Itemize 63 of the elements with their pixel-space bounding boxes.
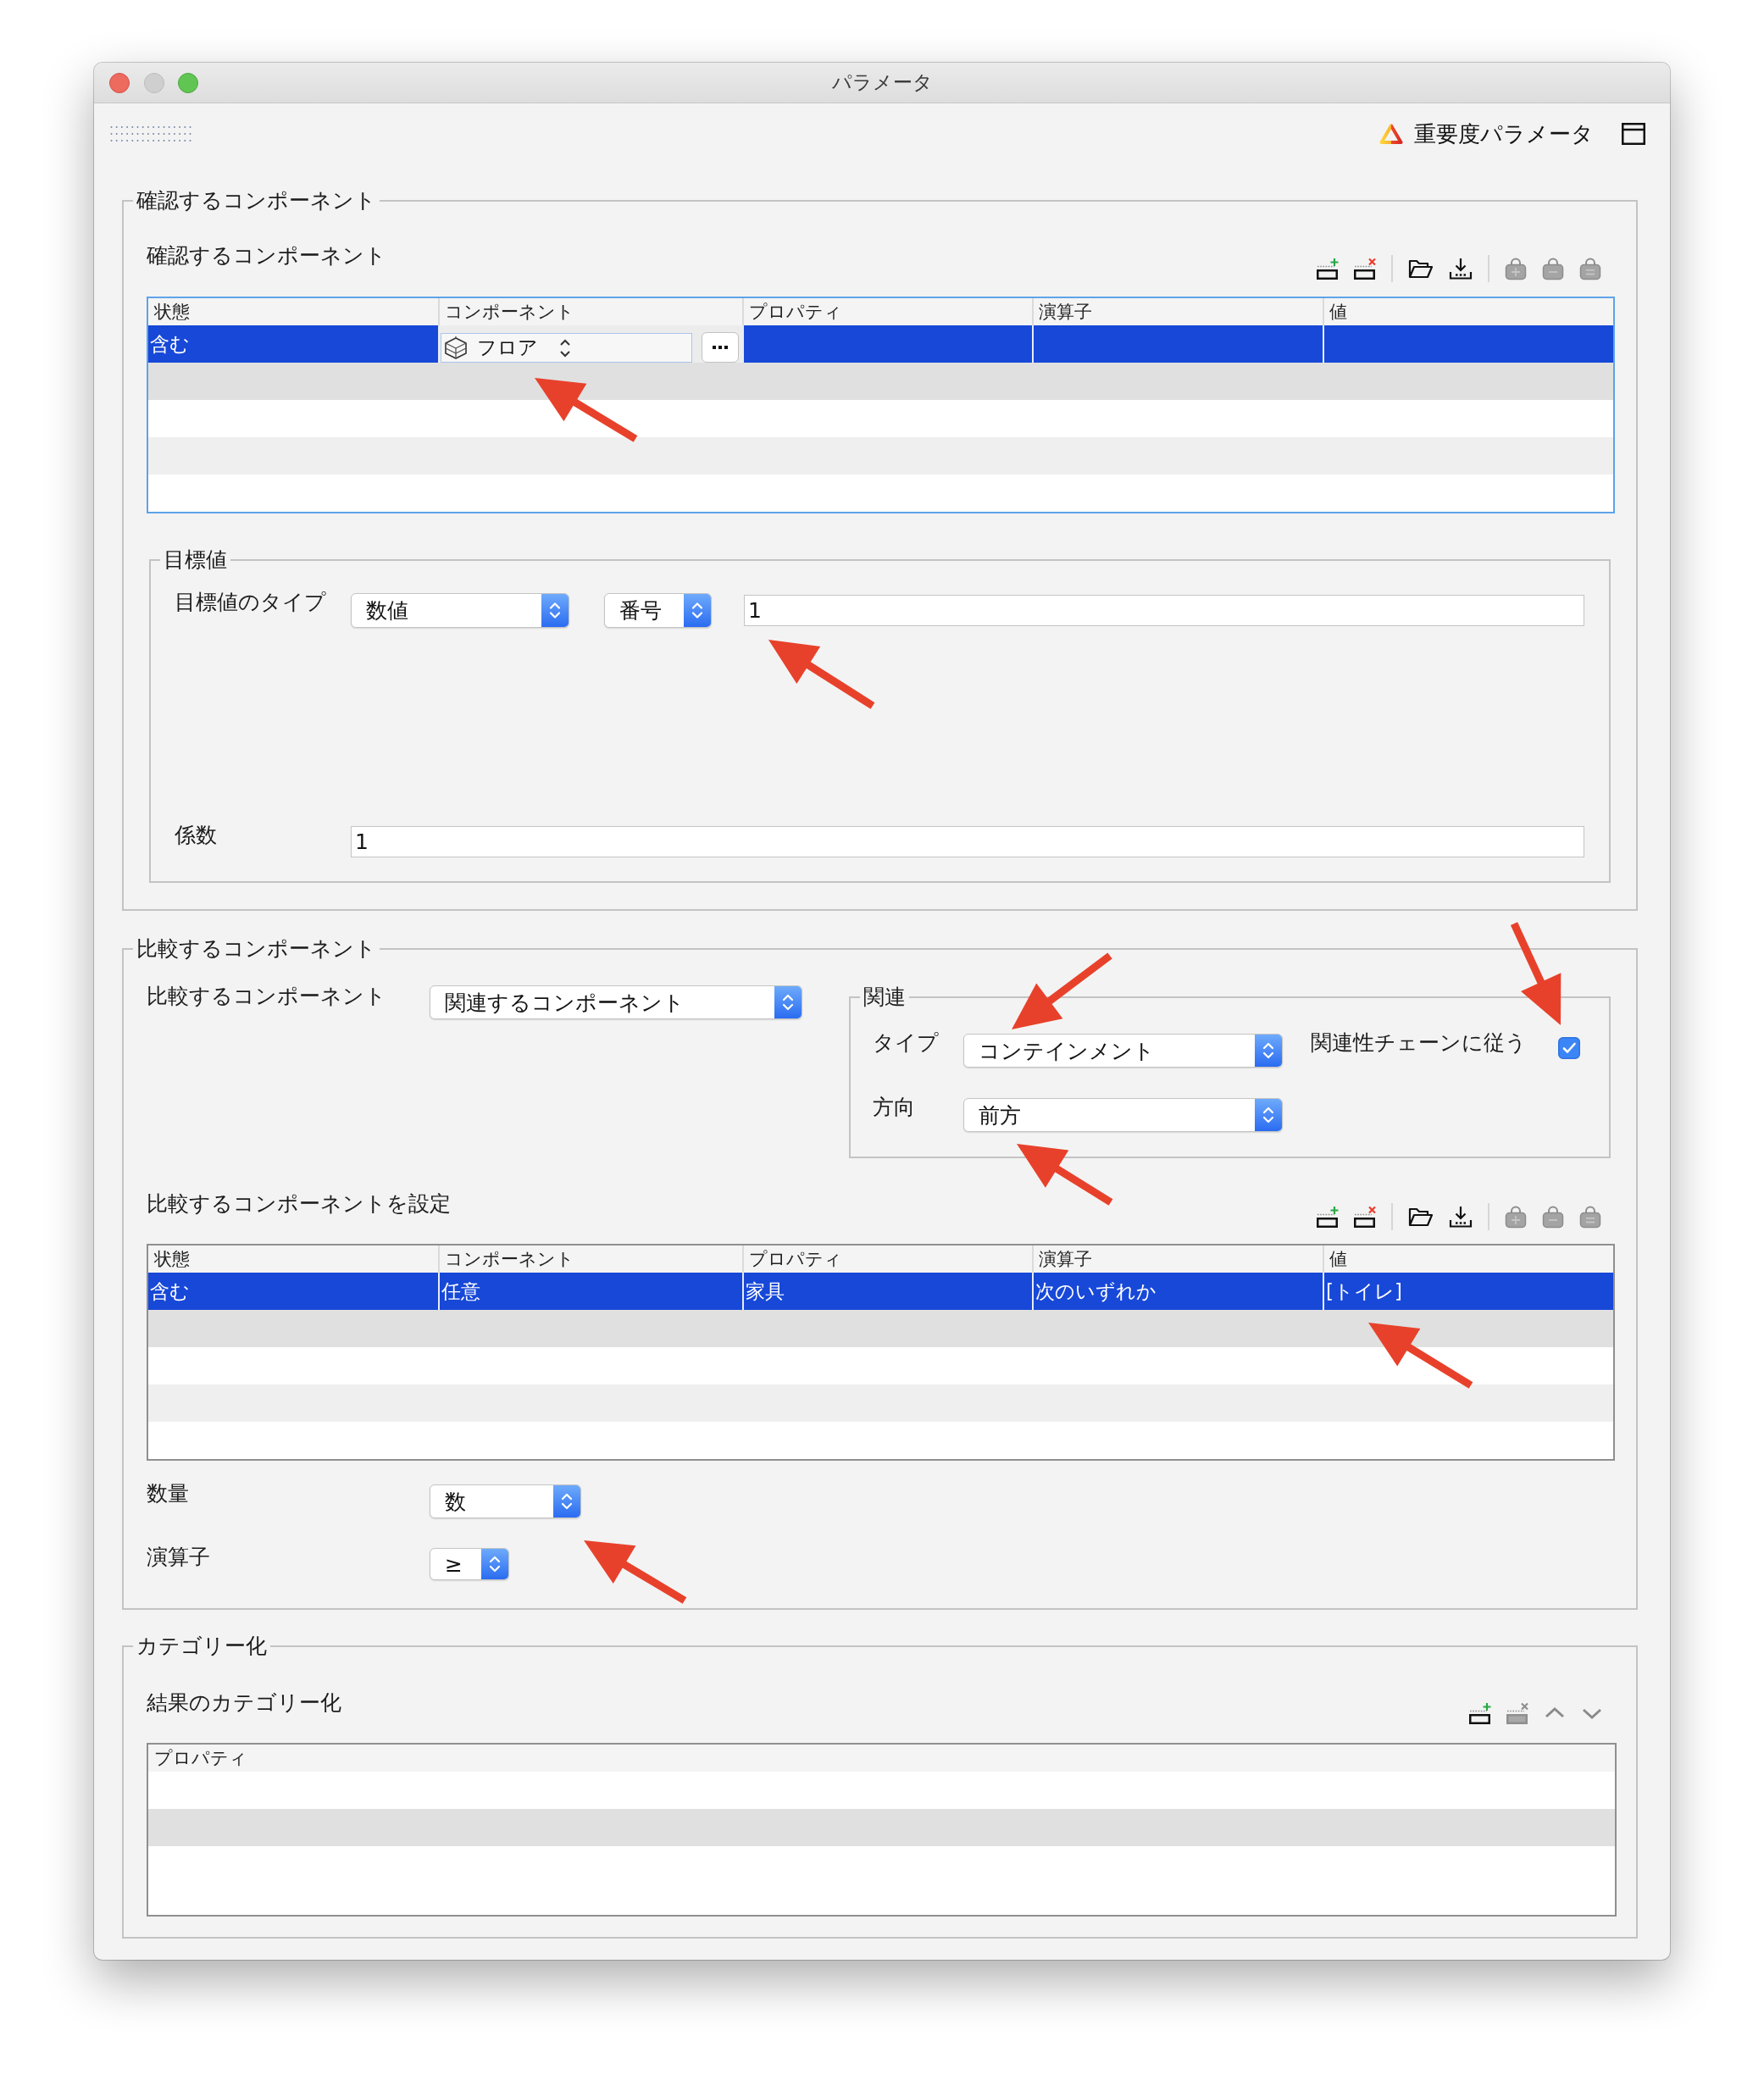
table-title: 確認するコンポーネント xyxy=(147,243,386,269)
value-field[interactable]: 1 xyxy=(744,595,1584,626)
column-header: 状態 xyxy=(153,301,191,324)
group-title: 関連 xyxy=(860,985,909,1010)
zoom-button[interactable] xyxy=(178,72,198,93)
table-row[interactable]: 含む 任意 家具 次のいずれか [トイレ] xyxy=(148,1273,1613,1310)
component-label: 比較するコンポーネント xyxy=(147,984,387,1009)
operator-popup[interactable]: ≥ xyxy=(430,1548,509,1580)
table-title: 比較するコンポーネントを設定 xyxy=(147,1191,451,1217)
component-combo[interactable]: フロア xyxy=(441,333,692,363)
download-icon[interactable] xyxy=(1449,258,1473,280)
column-header: 状態 xyxy=(153,1248,191,1271)
table[interactable]: 状態 コンポーネント プロパティ 演算子 値 含む フロア xyxy=(147,297,1615,513)
value-type-popup[interactable]: 数値 xyxy=(351,593,569,628)
group-title: 目標値 xyxy=(160,547,230,573)
checkbox[interactable] xyxy=(1558,1037,1580,1059)
stepper-icon xyxy=(553,1485,580,1517)
table-row[interactable]: 含む フロア xyxy=(148,325,1613,363)
quantity-popup[interactable]: 数 xyxy=(430,1484,581,1518)
cube-icon xyxy=(444,336,468,360)
group-title: 確認するコンポーネント xyxy=(133,188,380,214)
add-row-icon[interactable] xyxy=(1469,1702,1491,1724)
delete-row-icon[interactable] xyxy=(1354,258,1376,280)
column-header: プロパティ xyxy=(153,1747,248,1770)
factor-label: 係数 xyxy=(175,823,218,848)
direction-label: 方向 xyxy=(873,1095,916,1120)
add-row-icon[interactable] xyxy=(1317,258,1339,280)
grip-icon[interactable] xyxy=(110,125,191,142)
type-label: 目標値のタイプ xyxy=(175,590,327,615)
relation-type-popup[interactable]: コンテインメント xyxy=(963,1034,1283,1068)
quantity-label: 数量 xyxy=(147,1481,190,1506)
table[interactable]: 状態 コンポーネント プロパティ 演算子 値 含む 任意 家具 次のいずれか [トイレ] xyxy=(147,1244,1615,1461)
table-title: 結果のカテゴリー化 xyxy=(147,1690,341,1716)
operator-label: 演算子 xyxy=(147,1545,211,1570)
add-row-icon[interactable] xyxy=(1317,1206,1339,1228)
stepper-icon xyxy=(774,986,802,1018)
table-cell-text: 含む xyxy=(149,332,191,357)
group-title: 比較するコンポーネント xyxy=(133,936,380,962)
unit-popup[interactable]: 番号 xyxy=(604,593,712,628)
folder-icon[interactable] xyxy=(1408,258,1434,280)
delete-row-icon[interactable] xyxy=(1354,1206,1376,1228)
window-title: パラメータ xyxy=(831,70,933,95)
more-icon xyxy=(712,345,729,350)
relation-type-label: タイプ xyxy=(873,1030,940,1056)
stepper-icon xyxy=(1255,1035,1282,1067)
stepper-icon xyxy=(541,594,569,627)
importance-button[interactable]: 重要度パラメータ xyxy=(1379,119,1594,149)
folder-icon[interactable] xyxy=(1408,1206,1434,1228)
stepper-icon xyxy=(684,594,711,627)
more-button[interactable] xyxy=(702,332,739,363)
table-cell-text: 含む xyxy=(149,1279,191,1304)
download-icon[interactable] xyxy=(1449,1206,1473,1228)
close-button[interactable] xyxy=(109,72,130,93)
triangle-icon xyxy=(1379,123,1403,145)
component-popup[interactable]: 関連するコンポーネント xyxy=(430,985,802,1019)
follow-chain-label: 関連性チェーンに従う xyxy=(1311,1030,1527,1056)
group-title: カテゴリー化 xyxy=(133,1634,270,1659)
stepper-icon xyxy=(481,1549,508,1579)
table[interactable]: プロパティ xyxy=(147,1743,1617,1917)
window-icon[interactable] xyxy=(1622,123,1645,145)
factor-field[interactable]: 1 xyxy=(351,826,1584,857)
direction-popup[interactable]: 前方 xyxy=(963,1098,1283,1132)
stepper-icon xyxy=(1255,1099,1282,1131)
